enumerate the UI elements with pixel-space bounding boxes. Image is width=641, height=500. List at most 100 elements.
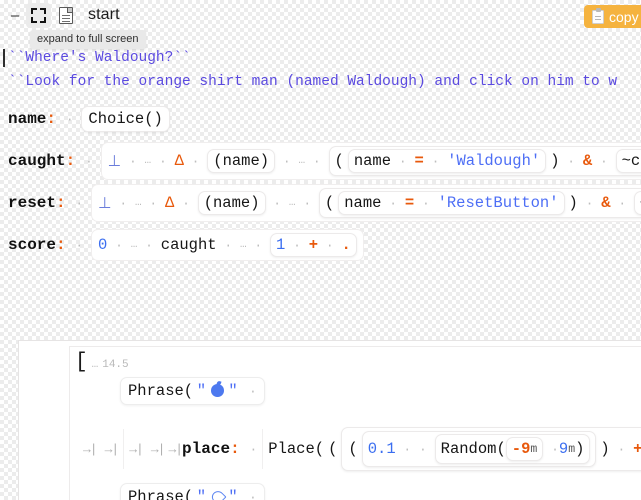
apple-emoji-icon (210, 384, 224, 397)
compare-left: name (344, 194, 382, 212)
bottom-token: ⊥ (107, 152, 122, 171)
list-bracket-row: [ … 14.5 (70, 347, 641, 374)
paren-close-b: ) (600, 440, 610, 458)
variable-token: caught (160, 236, 217, 254)
place-expression-group[interactable]: Place( ( ( 0.1 · · Random( -9 m · 9 m) … (262, 427, 641, 471)
inner-panel: [ … 14.5 Phrase( " " · →| →| →| →| →| pl… (69, 346, 641, 500)
binding-label: place (182, 440, 231, 458)
condition-box[interactable]: ( name · = · 'Waldough' ) · & · ~caught (328, 146, 641, 176)
zero-token: 0 (98, 236, 108, 254)
paren-open-b: ( (348, 440, 358, 458)
compare-operator: = (414, 152, 424, 170)
argument-token: (name) (213, 152, 270, 170)
expression-token: Choice() (88, 110, 163, 128)
tab-arrow-icon: →| (168, 441, 183, 457)
paren-close: ) (568, 194, 578, 212)
negation-token: ~caught (621, 152, 641, 170)
plus-operator: + (633, 440, 641, 458)
lower-panel: [ … 14.5 Phrase( " " · →| →| →| →| →| pl… (18, 340, 641, 500)
node-header: – start copy expand to full screen (0, 0, 641, 49)
negation-box[interactable]: ~caught (615, 149, 641, 173)
argument-box[interactable]: (name) (197, 191, 266, 215)
scalar-token: 0.1 (367, 440, 396, 458)
copy-button[interactable]: copy (584, 5, 641, 28)
negation-box[interactable]: ~reset (633, 191, 641, 215)
expression-box[interactable]: 0 · … · caught · … · 1 · + · . (91, 229, 364, 261)
tab-arrow-icon: →| (104, 441, 120, 457)
random-box[interactable]: Random( -9 m · 9m ) (434, 434, 591, 464)
tab-arrow-icon: →| (129, 441, 144, 457)
clipboard-icon (592, 7, 604, 24)
random-arg-max: 9 (558, 440, 569, 458)
random-paren-close: ) (575, 440, 585, 458)
paren-close: ) (550, 152, 560, 170)
binding-row-score[interactable]: score : · 0 · … · caught · … · 1 · + · . (0, 228, 641, 262)
ellipsis-token: … (298, 155, 306, 167)
argument-token: (name) (203, 194, 260, 212)
random-fn: Random( (440, 440, 506, 458)
phrase-box-droplet[interactable]: Phrase( " " · (120, 483, 265, 500)
binding-label: caught (8, 152, 66, 170)
binding-label: score (8, 236, 57, 254)
binding-colon: : (46, 110, 57, 128)
tab-arrow-icon: →| (83, 441, 98, 457)
quote-open: " (196, 382, 207, 400)
expression-box[interactable]: Choice() (81, 106, 170, 132)
bracket-open: [ (75, 351, 88, 374)
phrase-fn: Phrase( (128, 488, 194, 500)
binding-row-caught[interactable]: caught : · ⊥ · … · Δ · (name) · … · ( na… (0, 142, 641, 180)
plus-operator: + (308, 236, 319, 254)
phrase-fn: Phrase( (128, 382, 194, 400)
random-arg-min: -9 (511, 440, 531, 458)
compare-right: 'Waldough' (447, 152, 541, 170)
indent-group: →| →| (78, 429, 123, 469)
compare-operator: = (404, 194, 415, 212)
ellipsis-token: … (134, 197, 142, 209)
random-arg-max-unit: m (568, 442, 576, 456)
argument-box[interactable]: (name) (207, 149, 276, 173)
quote-open: " (196, 488, 207, 500)
comparison-box[interactable]: name · = · 'ResetButton' (338, 191, 565, 215)
quote-close: " (228, 382, 238, 400)
ellipsis-token: … (288, 197, 296, 209)
delta-token: Δ (164, 194, 175, 212)
collapse-icon[interactable]: – (6, 4, 24, 26)
binding-colon: : (56, 194, 66, 212)
compare-left: name (353, 152, 392, 170)
indent-group: →| →| →| place : · (123, 429, 262, 469)
ellipsis-token: … (144, 155, 152, 167)
expand-fullscreen-button[interactable] (26, 2, 51, 28)
comment-line: ``Where's Waldough?`` (0, 46, 641, 70)
binding-row-name[interactable]: name : · Choice() (0, 102, 641, 136)
expression-box[interactable]: ⊥ · … · Δ · (name) · … · ( name · = · (100, 142, 641, 180)
binding-colon: : (230, 440, 240, 458)
droplet-emoji-icon (212, 490, 223, 500)
document-icon (58, 6, 73, 24)
binding-row-reset[interactable]: reset : · ⊥ · … · Δ · (name) · … · ( nam… (0, 184, 641, 222)
and-operator: & (601, 194, 611, 212)
increment-box[interactable]: 1 · + · . (270, 233, 357, 257)
place-binding-row[interactable]: →| →| →| →| →| place : · Place( ( (0.1 … (78, 427, 641, 471)
random-arg-box[interactable]: -9 m (505, 437, 544, 461)
bracket-ellipsis: … (91, 359, 99, 371)
comment-line: ``Look for the orange shirt man (named W… (8, 74, 618, 90)
binding-label: reset (8, 194, 57, 212)
binding-colon: : (65, 152, 76, 170)
condition-box[interactable]: ( name · = · 'ResetButton' ) · & · ~rese… (318, 188, 641, 218)
document-button[interactable] (53, 3, 78, 28)
product-box[interactable]: 0.1 · · Random( -9 m · 9m ) (361, 431, 597, 467)
comparison-box[interactable]: name · = · 'Waldough' (347, 149, 547, 173)
expression-box[interactable]: ⊥ · … · Δ · (name) · … · ( name · = · (91, 184, 641, 222)
paren-open: ( (334, 152, 344, 170)
copy-button-label: copy (609, 8, 639, 25)
place-fn: Place( (268, 440, 325, 458)
tab-arrow-icon: →| (150, 441, 166, 457)
sum-box[interactable]: ( 0.1 · · Random( -9 m · 9m )) · + (341, 427, 641, 471)
phrase-box-apple[interactable]: Phrase( " " · (120, 377, 265, 405)
expand-icon (31, 7, 46, 23)
random-arg-min-unit: m (530, 442, 538, 456)
binding-label: name (8, 110, 47, 128)
paren-open: ( (324, 194, 335, 212)
quote-close: " (228, 488, 238, 500)
ellipsis-token: … (130, 239, 138, 251)
